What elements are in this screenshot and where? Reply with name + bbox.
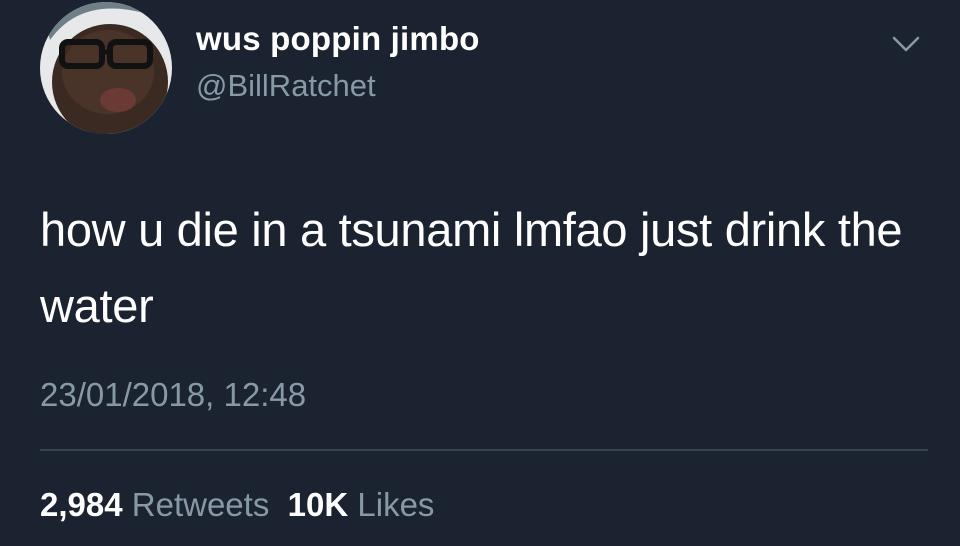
avatar-image bbox=[40, 2, 172, 134]
retweets-stat[interactable]: 2,984 Retweets bbox=[40, 486, 269, 523]
likes-count: 10K bbox=[287, 486, 349, 523]
retweets-label: Retweets bbox=[131, 486, 270, 523]
tweet-timestamp[interactable]: 23/01/2018, 12:48 bbox=[40, 376, 306, 414]
avatar[interactable] bbox=[40, 2, 172, 134]
likes-label: Likes bbox=[357, 486, 435, 523]
chevron-down-icon[interactable] bbox=[888, 30, 924, 58]
user-handle[interactable]: @BillRatchet bbox=[196, 68, 376, 104]
divider bbox=[40, 449, 928, 451]
display-name[interactable]: wus poppin jimbo bbox=[196, 20, 480, 58]
tweet-text: how u die in a tsunami lmfao just drink … bbox=[40, 203, 903, 332]
likes-stat[interactable]: 10K Likes bbox=[288, 486, 435, 523]
retweets-count: 2,984 bbox=[40, 486, 123, 523]
tweet-stats: 2,984 Retweets 10K Likes bbox=[40, 486, 434, 524]
